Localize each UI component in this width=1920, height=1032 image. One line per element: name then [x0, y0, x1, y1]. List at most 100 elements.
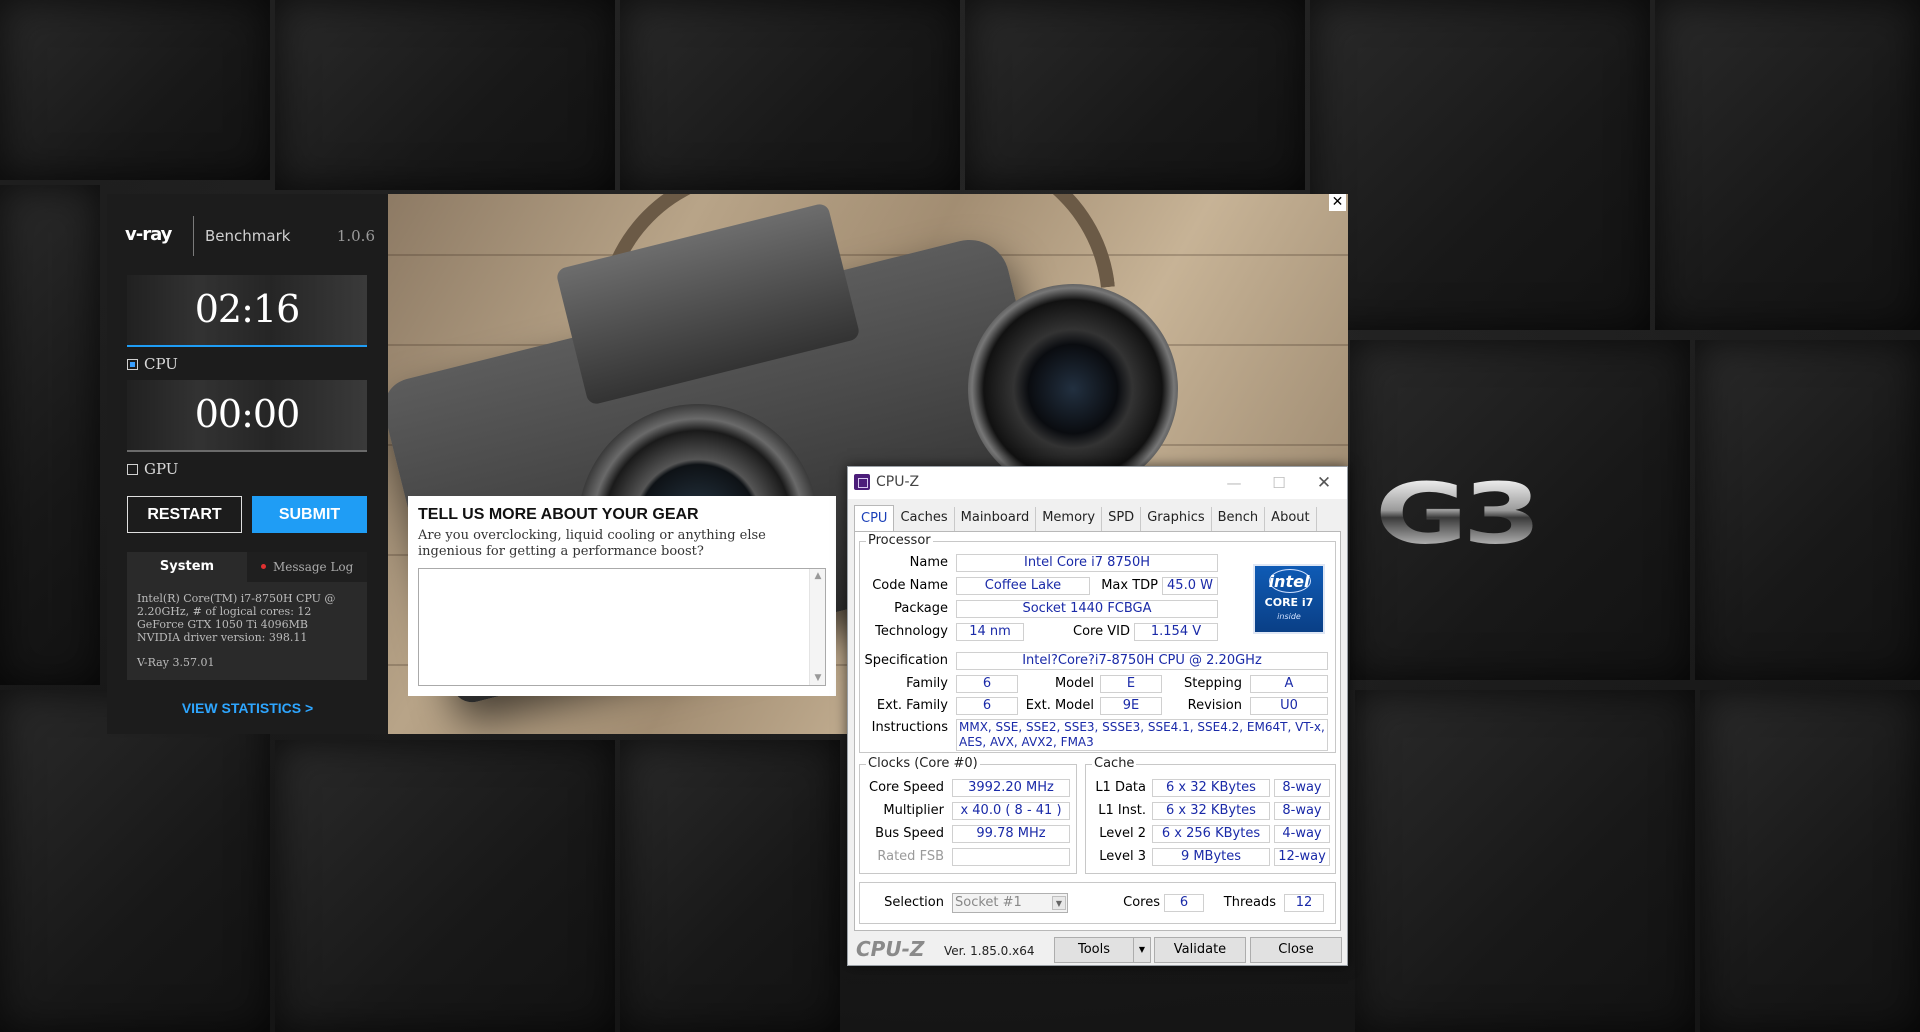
- intel-line: CORE i7: [1264, 596, 1314, 609]
- technology-value: 14 nm: [956, 623, 1024, 641]
- codename-value: Coffee Lake: [956, 577, 1090, 595]
- l1data-label: L1 Data: [1095, 780, 1146, 795]
- tab-system[interactable]: System: [127, 552, 247, 582]
- tab-spd[interactable]: SPD: [1102, 507, 1142, 531]
- cpu-checkbox-row[interactable]: CPU: [127, 355, 178, 373]
- l2-label: Level 2: [1099, 826, 1146, 841]
- bg-tile: [965, 0, 1305, 190]
- l3-value: 9 MBytes: [1152, 848, 1270, 866]
- tab-graphics[interactable]: Graphics: [1141, 507, 1212, 531]
- l1inst-value: 6 x 32 KBytes: [1152, 802, 1270, 820]
- corespeed-value: 3992.20 MHz: [952, 779, 1070, 797]
- gear-description: Are you overclocking, liquid cooling or …: [418, 528, 766, 559]
- cpuz-title: CPU-Z: [876, 474, 920, 490]
- cpuz-brand-logo: CPU-Z: [856, 937, 925, 961]
- validate-button[interactable]: Validate: [1154, 937, 1246, 963]
- cpu-tab-content: Processor Name Intel Core i7 8750H Code …: [854, 531, 1341, 931]
- restart-button[interactable]: RESTART: [127, 496, 242, 533]
- bg-tile: [1700, 690, 1920, 1032]
- gpu-checkbox-row[interactable]: GPU: [127, 460, 178, 478]
- codename-label: Code Name: [872, 578, 948, 593]
- extmodel-value: 9E: [1100, 697, 1162, 715]
- maxtdp-value: 45.0 W: [1162, 577, 1218, 595]
- cpu-timer-panel: 02:16: [127, 275, 367, 345]
- cpuz-tabs: CPU Caches Mainboard Memory SPD Graphics…: [854, 505, 1317, 531]
- model-label: Model: [1054, 676, 1094, 691]
- busspeed-label: Bus Speed: [875, 826, 944, 841]
- maximize-icon[interactable]: ☐: [1259, 471, 1299, 495]
- tab-cpu[interactable]: CPU: [854, 505, 895, 531]
- stepping-value: A: [1250, 675, 1328, 693]
- l2-assoc: 4-way: [1274, 825, 1330, 843]
- l3-assoc: 12-way: [1274, 848, 1330, 866]
- tab-mainboard[interactable]: Mainboard: [955, 507, 1037, 531]
- chevron-down-icon[interactable]: ▼: [1052, 896, 1066, 910]
- header-divider: [193, 216, 194, 256]
- minimize-icon[interactable]: —: [1214, 471, 1254, 495]
- gear-title: TELL US MORE ABOUT YOUR GEAR: [418, 506, 699, 523]
- view-statistics-link[interactable]: VIEW STATISTICS >: [107, 700, 388, 716]
- stepping-label: Stepping: [1184, 676, 1242, 691]
- corevid-value: 1.154 V: [1134, 623, 1218, 641]
- close-icon[interactable]: ✕: [1329, 194, 1346, 211]
- submit-button[interactable]: SUBMIT: [252, 496, 367, 533]
- cpu-checkbox[interactable]: [127, 358, 138, 370]
- instructions-label: Instructions: [871, 720, 948, 735]
- gear-textarea[interactable]: ▲ ▼: [418, 568, 826, 686]
- system-info-line: GeForce GTX 1050 Ti 4096MB: [137, 618, 309, 631]
- bg-tile: [275, 0, 615, 190]
- model-value: E: [1100, 675, 1162, 693]
- close-window-icon[interactable]: ✕: [1304, 471, 1344, 495]
- system-info-line: Intel(R) Core(TM) i7-8750H CPU @: [137, 592, 336, 605]
- system-info: Intel(R) Core(TM) i7-8750H CPU @ 2.20GHz…: [127, 582, 367, 680]
- tab-memory[interactable]: Memory: [1036, 507, 1103, 531]
- cpuz-version: Ver. 1.85.0.x64: [944, 944, 1035, 958]
- package-label: Package: [894, 601, 948, 616]
- l3-label: Level 3: [1099, 849, 1146, 864]
- system-info-line: NVIDIA driver version: 398.11: [137, 631, 308, 644]
- processor-name-value: Intel Core i7 8750H: [956, 554, 1218, 572]
- bg-tile: [0, 185, 100, 685]
- bg-tile: [620, 0, 960, 190]
- vray-benchmark-panel: v-ray Benchmark 1.0.6 02:16 CPU 00:00 GP…: [107, 194, 388, 734]
- revision-value: U0: [1250, 697, 1328, 715]
- info-tabs: System Message Log: [127, 552, 367, 582]
- technology-label: Technology: [875, 624, 948, 639]
- clocks-group-title: Clocks (Core #0): [866, 756, 980, 771]
- cpuz-titlebar[interactable]: CPU-Z — ☐ ✕: [848, 467, 1347, 499]
- selection-label: Selection: [884, 895, 944, 910]
- close-button[interactable]: Close: [1250, 937, 1342, 963]
- tools-button[interactable]: Tools: [1054, 937, 1134, 963]
- l2-value: 6 x 256 KBytes: [1152, 825, 1270, 843]
- gear-feedback-panel: TELL US MORE ABOUT YOUR GEAR Are you ove…: [408, 496, 836, 696]
- cache-group: Cache L1 Data 6 x 32 KBytes 8-way L1 Ins…: [1085, 757, 1336, 874]
- textarea-scrollbar[interactable]: ▲ ▼: [809, 569, 825, 685]
- tab-caches[interactable]: Caches: [894, 507, 955, 531]
- system-info-line: 2.20GHz, # of logical cores: 12: [137, 605, 312, 618]
- cpu-label: CPU: [144, 355, 178, 373]
- scroll-up-icon[interactable]: ▲: [813, 571, 823, 581]
- tools-dropdown-icon[interactable]: ▼: [1133, 937, 1151, 963]
- l1data-value: 6 x 32 KBytes: [1152, 779, 1270, 797]
- cpuz-app-icon: [854, 474, 870, 490]
- vray-header: v-ray Benchmark 1.0.6: [125, 216, 375, 256]
- tab-about[interactable]: About: [1265, 507, 1317, 531]
- socket-select[interactable]: Socket #1 ▼: [952, 893, 1068, 913]
- family-value: 6: [956, 675, 1018, 693]
- gpu-checkbox[interactable]: [127, 463, 138, 475]
- multiplier-value: x 40.0 ( 8 - 41 ): [952, 802, 1070, 820]
- scroll-down-icon[interactable]: ▼: [813, 673, 823, 683]
- tab-message-log[interactable]: Message Log: [247, 552, 367, 582]
- revision-label: Revision: [1187, 698, 1242, 713]
- clocks-group: Clocks (Core #0) Core Speed 3992.20 MHz …: [859, 757, 1077, 874]
- ratedfsb-label: Rated FSB: [877, 849, 944, 864]
- specification-value: Intel?Core?i7-8750H CPU @ 2.20GHz: [956, 652, 1328, 670]
- tab-bench[interactable]: Bench: [1212, 507, 1266, 531]
- tab-message-log-label: Message Log: [273, 560, 354, 574]
- vray-logo: v-ray: [125, 224, 172, 245]
- bg-tile: [1355, 690, 1695, 1032]
- family-label: Family: [906, 676, 948, 691]
- l1data-assoc: 8-way: [1274, 779, 1330, 797]
- bg-tile: [275, 740, 615, 1032]
- bg-tile: [1695, 340, 1920, 680]
